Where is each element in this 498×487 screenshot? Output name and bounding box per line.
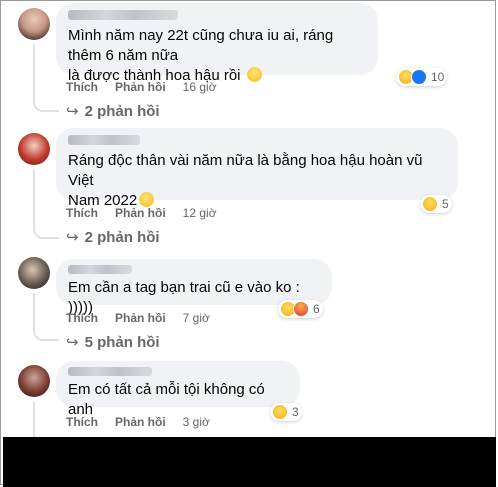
comment-actions: Thích Phản hồi 12 giờ bbox=[66, 206, 217, 220]
reaction-count: 10 bbox=[431, 70, 445, 84]
thread-line bbox=[33, 401, 35, 437]
comment-bubble: Mình năm nay 22t cũng chưa iu ai, ráng t… bbox=[56, 3, 378, 84]
timestamp[interactable]: 3 giờ bbox=[183, 415, 210, 429]
reply-button[interactable]: Phản hồi bbox=[115, 80, 166, 94]
comment-text: Mình năm nay 22t cũng chưa iu ai, ráng t… bbox=[68, 26, 366, 86]
timestamp[interactable]: 16 giờ bbox=[183, 80, 217, 94]
author-name-blurred[interactable] bbox=[68, 265, 132, 274]
comment-text: Em có tất cả mỗi tội không có anh bbox=[68, 381, 265, 418]
black-bar bbox=[3, 437, 496, 487]
reaction-summary[interactable]: 6 bbox=[278, 300, 323, 318]
view-replies-link[interactable]: ↪ 5 phản hồi bbox=[66, 333, 160, 351]
like-button[interactable]: Thích bbox=[66, 80, 98, 94]
like-button[interactable]: Thích bbox=[66, 311, 98, 325]
like-icon bbox=[411, 69, 427, 85]
haha-icon bbox=[422, 196, 438, 212]
thread-line bbox=[33, 293, 35, 323]
comment-text: Ráng độc thân vài năm nữa là bằng hoa hậ… bbox=[68, 151, 446, 211]
smile-emoji-icon bbox=[246, 67, 262, 82]
reaction-count: 3 bbox=[292, 405, 299, 419]
avatar[interactable] bbox=[18, 365, 50, 397]
comment-bubble: Em có tất cả mỗi tội không có anh bbox=[56, 361, 300, 418]
thread-line bbox=[33, 44, 35, 94]
timestamp[interactable]: 12 giờ bbox=[183, 206, 217, 220]
comment-text-line: Ráng độc thân vài năm nữa là bằng hoa hậ… bbox=[68, 152, 423, 189]
avatar[interactable] bbox=[18, 133, 50, 165]
avatar[interactable] bbox=[18, 8, 50, 40]
comment-text-line: Mình năm nay 22t cũng chưa iu ai, ráng t… bbox=[68, 27, 334, 64]
comment-bubble: Em cần a tag bạn trai cũ e vào ko : ))))… bbox=[56, 259, 332, 316]
reply-button[interactable]: Phản hồi bbox=[115, 415, 166, 429]
reply-arrow-icon: ↪ bbox=[66, 103, 79, 120]
thread-connector bbox=[33, 323, 59, 341]
view-replies-link[interactable]: ↪ 2 phản hồi bbox=[66, 228, 160, 246]
author-name-blurred[interactable] bbox=[68, 367, 152, 376]
reaction-count: 6 bbox=[313, 302, 320, 316]
reply-arrow-icon: ↪ bbox=[66, 334, 79, 351]
comment-actions: Thích Phản hồi 3 giờ bbox=[66, 415, 210, 429]
view-replies-link[interactable]: ↪ 2 phản hồi bbox=[66, 102, 160, 120]
reply-button[interactable]: Phản hồi bbox=[115, 206, 166, 220]
reaction-summary[interactable]: 5 bbox=[420, 195, 452, 213]
comment-actions: Thích Phản hồi 7 giờ bbox=[66, 311, 210, 325]
like-button[interactable]: Thích bbox=[66, 415, 98, 429]
angry-icon bbox=[293, 301, 309, 317]
grin-emoji-icon bbox=[139, 192, 155, 207]
reply-arrow-icon: ↪ bbox=[66, 229, 79, 246]
comment-bubble: Ráng độc thân vài năm nữa là bằng hoa hậ… bbox=[56, 128, 458, 209]
avatar[interactable] bbox=[18, 257, 50, 289]
author-name-blurred[interactable] bbox=[68, 10, 178, 20]
reaction-summary[interactable]: 10 bbox=[396, 68, 448, 86]
reaction-count: 5 bbox=[442, 197, 449, 211]
like-button[interactable]: Thích bbox=[66, 206, 98, 220]
reaction-summary[interactable]: 3 bbox=[270, 403, 302, 421]
timestamp[interactable]: 7 giờ bbox=[183, 311, 210, 325]
thread-line bbox=[33, 169, 35, 221]
comment-actions: Thích Phản hồi 16 giờ bbox=[66, 80, 217, 94]
thread-connector bbox=[33, 221, 59, 239]
reply-button[interactable]: Phản hồi bbox=[115, 311, 166, 325]
haha-icon bbox=[272, 404, 288, 420]
author-name-blurred[interactable] bbox=[68, 135, 140, 145]
thread-connector bbox=[33, 94, 59, 112]
